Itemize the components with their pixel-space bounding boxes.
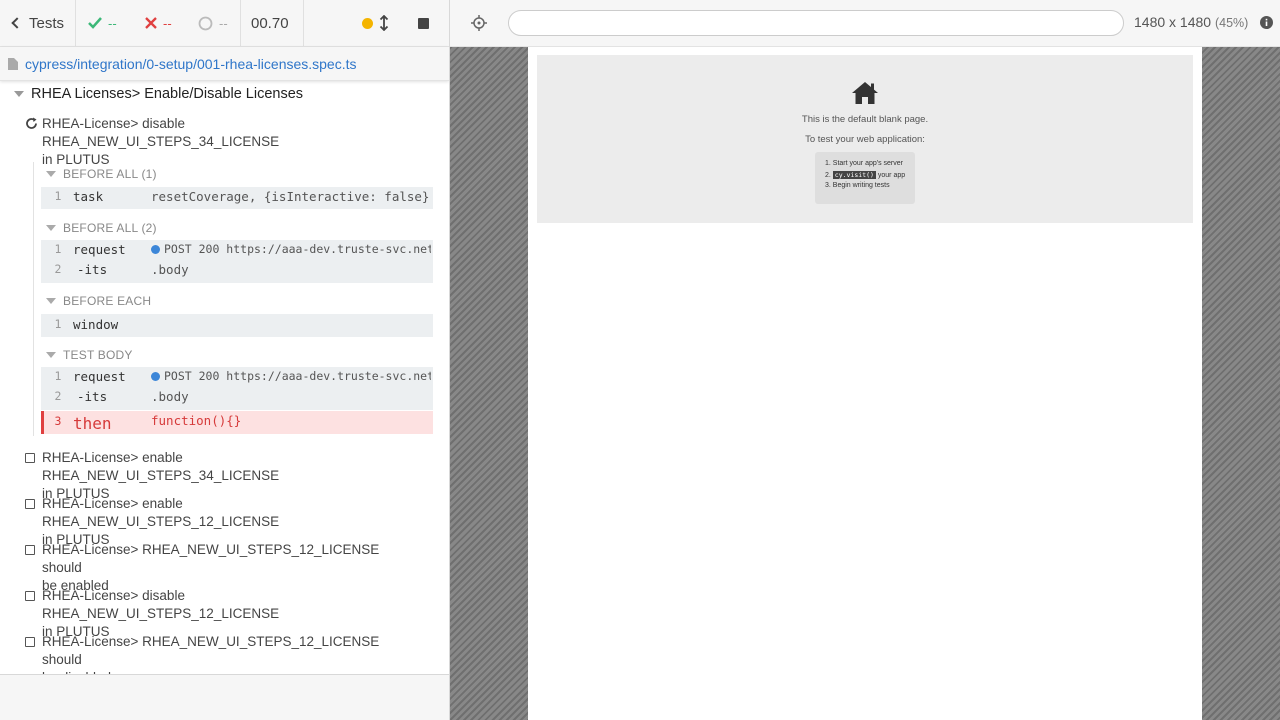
passed-stat: --	[88, 0, 117, 46]
hook-before-each[interactable]: BEFORE EACH	[46, 294, 151, 308]
status-dot-icon	[362, 17, 373, 29]
caret-down-icon	[46, 171, 56, 177]
viewport-scale: (45%)	[1214, 16, 1249, 30]
auto-scroll-toggle[interactable]	[362, 0, 389, 46]
circle-notch-icon	[198, 16, 213, 30]
url-bar[interactable]	[508, 10, 1124, 36]
caret-down-icon	[46, 225, 56, 231]
viewport-info: 1480 x 1480 (45%)	[1134, 14, 1248, 30]
pending-checkbox-icon	[25, 545, 35, 555]
x-icon	[145, 17, 157, 29]
blank-page-heading: This is the default blank page.	[801, 114, 929, 125]
command-list: 1 task resetCoverage, {isInteractive: fa…	[41, 187, 433, 209]
passed-count: --	[108, 15, 117, 31]
info-circle-icon[interactable]	[1260, 16, 1273, 29]
stop-icon	[418, 17, 429, 29]
reporter-footer	[0, 674, 449, 720]
pending-checkbox-icon	[25, 591, 35, 601]
pending-checkbox-icon	[25, 453, 35, 463]
command-list: 1 request POST 200 https://aaa-dev.trust…	[41, 240, 433, 283]
divider	[240, 0, 241, 46]
chevron-left-icon	[11, 17, 23, 29]
pending-checkbox-icon	[25, 637, 35, 647]
command-row[interactable]: 2 -its .body	[41, 389, 433, 409]
refresh-icon	[26, 117, 37, 129]
command-list: 1 window	[41, 314, 433, 337]
failed-stat: --	[145, 0, 172, 46]
step-item: 1. Start your app's server	[825, 160, 903, 167]
command-row[interactable]: 1 window	[41, 317, 433, 337]
tests-button[interactable]: Tests	[10, 0, 64, 46]
command-row[interactable]: 2 -its .body	[41, 262, 433, 282]
step-item: 2. cy.visit() your app	[825, 171, 906, 179]
caret-down-icon	[46, 298, 56, 304]
blank-page-steps: 1. Start your app's server 2. cy.visit()…	[815, 152, 915, 204]
file-icon	[8, 57, 18, 70]
viewport-size: 1480 x 1480	[1134, 14, 1212, 30]
hook-before-all-2[interactable]: BEFORE ALL (2)	[46, 221, 157, 235]
check-icon	[88, 17, 102, 29]
runner-header: 1480 x 1480 (45%)	[450, 0, 1280, 47]
command-row[interactable]: 1 request POST 200 https://aaa-dev.trust…	[41, 369, 433, 389]
home-icon	[852, 82, 878, 104]
status-dot-icon	[151, 245, 160, 254]
divider	[303, 0, 304, 46]
caret-down-icon	[14, 91, 24, 97]
failed-command-row[interactable]: 3 then function(){}	[41, 411, 433, 434]
default-blank-page: This is the default blank page. To test …	[537, 55, 1193, 223]
divider	[75, 0, 76, 46]
hook-test-body[interactable]: TEST BODY	[46, 348, 133, 362]
duration: 00.70	[251, 14, 289, 32]
spec-bar: cypress/integration/0-setup/001-rhea-lic…	[0, 47, 449, 81]
command-row[interactable]: 1 request POST 200 https://aaa-dev.trust…	[41, 242, 433, 262]
blank-page-subheading: To test your web application:	[805, 134, 925, 145]
tests-label: Tests	[29, 14, 65, 32]
status-dot-icon	[151, 372, 160, 381]
pending-checkbox-icon	[25, 499, 35, 509]
command-list: 1 request POST 200 https://aaa-dev.trust…	[41, 367, 433, 410]
hook-before-all-1[interactable]: BEFORE ALL (1)	[46, 167, 157, 181]
step-item: 3. Begin writing tests	[825, 182, 890, 189]
hooks-guide-line	[33, 162, 34, 436]
spec-path-link[interactable]: cypress/integration/0-setup/001-rhea-lic…	[25, 56, 357, 72]
running-test-title[interactable]: RHEA-License> disable RHEA_NEW_UI_STEPS_…	[42, 115, 402, 169]
caret-down-icon	[46, 352, 56, 358]
app-under-test-stage: This is the default blank page. To test …	[450, 47, 1280, 720]
command-row[interactable]: 1 task resetCoverage, {isInteractive: fa…	[41, 189, 433, 209]
reporter-panel: Tests -- -- -- 00.70 cypress/integration…	[0, 0, 450, 720]
app-iframe: This is the default blank page. To test …	[528, 47, 1202, 720]
selector-playground-crosshair-icon[interactable]	[471, 15, 487, 31]
pending-count: --	[219, 15, 228, 31]
arrows-vertical-icon	[379, 15, 389, 31]
stop-button[interactable]	[418, 0, 429, 46]
reporter-header: Tests -- -- -- 00.70	[0, 0, 449, 47]
failed-count: --	[163, 15, 172, 31]
suite-title-text: RHEA Licenses> Enable/Disable Licenses	[31, 86, 304, 102]
suite-title[interactable]: RHEA Licenses> Enable/Disable Licenses	[14, 86, 303, 102]
pending-stat: --	[198, 0, 228, 46]
